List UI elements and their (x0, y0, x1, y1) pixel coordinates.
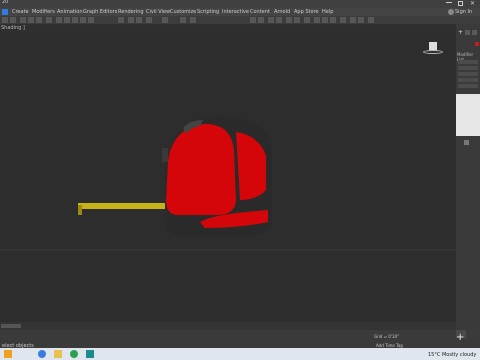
status-bar (0, 338, 480, 348)
track-bar[interactable] (0, 330, 480, 338)
window-title: 20 (2, 0, 9, 5)
open-icon[interactable] (350, 17, 356, 23)
modifier-button-5[interactable] (458, 84, 478, 88)
time-slider[interactable] (0, 322, 456, 330)
menu-interactive[interactable]: Interactive (222, 8, 249, 16)
move-icon[interactable] (88, 17, 94, 23)
undo-icon[interactable] (2, 17, 8, 23)
save-icon[interactable] (358, 17, 364, 23)
viewport-label[interactable]: Shading ] (1, 24, 25, 32)
sign-in-link[interactable]: Sign In (455, 8, 472, 16)
menu-arnold[interactable]: Arnold (274, 8, 290, 16)
widgets-icon[interactable] (4, 350, 12, 358)
scene-explorer-icon[interactable] (276, 17, 282, 23)
mirror-icon[interactable] (250, 17, 256, 23)
render-frame-icon[interactable] (322, 17, 328, 23)
scale-icon[interactable] (136, 17, 142, 23)
file-explorer-icon[interactable] (54, 350, 62, 358)
render-setup-icon[interactable] (314, 17, 320, 23)
logo-icon[interactable] (2, 9, 8, 15)
object-color-swatch[interactable] (475, 42, 479, 46)
plus-icon[interactable]: + (458, 29, 463, 36)
weather-temp: 15°C (428, 352, 441, 358)
tape-blade (78, 203, 165, 209)
plus-icon[interactable]: + (456, 332, 464, 343)
modifier-stack[interactable] (456, 94, 480, 136)
named-selection-icon[interactable] (190, 17, 196, 23)
tape-button (162, 148, 168, 162)
schematic-icon[interactable] (294, 17, 300, 23)
search-icon[interactable] (38, 350, 46, 358)
select-icon[interactable] (56, 17, 62, 23)
angle-snap-icon[interactable] (162, 17, 168, 23)
teapot-viewcube-icon[interactable] (423, 42, 443, 56)
user-icon[interactable] (448, 9, 454, 15)
menu-app-store[interactable]: App Store (294, 8, 319, 16)
menu-bar: Create Modifiers Animation Graph Editors… (0, 8, 480, 16)
scene-render (0, 116, 456, 251)
time-slider-thumb[interactable] (1, 324, 21, 328)
menu-help[interactable]: Help (322, 8, 333, 16)
unlink-icon[interactable] (28, 17, 34, 23)
title-bar (0, 0, 480, 8)
render-icon[interactable] (330, 17, 336, 23)
modifier-button-1[interactable] (458, 60, 478, 64)
minimize-button[interactable] (446, 2, 452, 3)
layers-icon[interactable] (268, 17, 274, 23)
menu-rendering[interactable]: Rendering (118, 8, 144, 16)
bind-icon[interactable] (36, 17, 42, 23)
hierarchy-tab-icon[interactable] (472, 30, 477, 35)
rotate-icon[interactable] (128, 17, 134, 23)
modifier-button-2[interactable] (458, 66, 478, 70)
teapot-render-icon[interactable] (340, 17, 346, 23)
redo-icon[interactable] (10, 17, 16, 23)
viewport-header (0, 24, 456, 32)
material-editor-icon[interactable] (304, 17, 310, 23)
modifier-button-3[interactable] (458, 72, 478, 76)
menu-animation[interactable]: Animation (57, 8, 83, 16)
menu-customize[interactable]: Customize (170, 8, 196, 16)
window-crossing-icon[interactable] (80, 17, 86, 23)
weather-desc: Mostly cloudy (441, 352, 477, 358)
maximize-button[interactable] (458, 1, 463, 6)
modify-tab-icon[interactable] (465, 30, 470, 35)
rect-select-icon[interactable] (72, 17, 78, 23)
chrome-icon[interactable] (70, 350, 78, 358)
menu-create[interactable]: Create (12, 8, 29, 16)
menu-civil-view[interactable]: Civil View (146, 8, 170, 16)
menu-content[interactable]: Content (250, 8, 270, 16)
spinner-snap-icon[interactable] (180, 17, 186, 23)
perspective-viewport[interactable] (0, 32, 456, 322)
curve-editor-icon[interactable] (286, 17, 292, 23)
keyboard-shortcut-icon[interactable] (146, 17, 152, 23)
3dsmax-icon[interactable] (86, 350, 94, 358)
modifier-button-4[interactable] (458, 78, 478, 82)
main-toolbar: View 3 % Create Selection Se Workspace: … (0, 16, 480, 45)
pin-stack-icon[interactable] (464, 140, 469, 145)
menu-scripting[interactable]: Scripting (197, 8, 219, 16)
grid-readout: Grid = 0'10" (374, 334, 399, 339)
select-name-icon[interactable] (64, 17, 70, 23)
menu-modifiers[interactable]: Modifiers (32, 8, 55, 16)
tape-hook (78, 205, 82, 215)
align-icon[interactable] (258, 17, 264, 23)
command-panel: + Modifier List (456, 24, 480, 334)
user-folder-icon[interactable] (368, 17, 374, 23)
menu-graph-editors[interactable]: Graph Editors (83, 8, 117, 16)
link-icon[interactable] (20, 17, 26, 23)
select-filter-icon[interactable] (46, 17, 52, 23)
pivot-icon[interactable] (118, 17, 124, 23)
close-button[interactable]: ✕ (470, 0, 475, 7)
